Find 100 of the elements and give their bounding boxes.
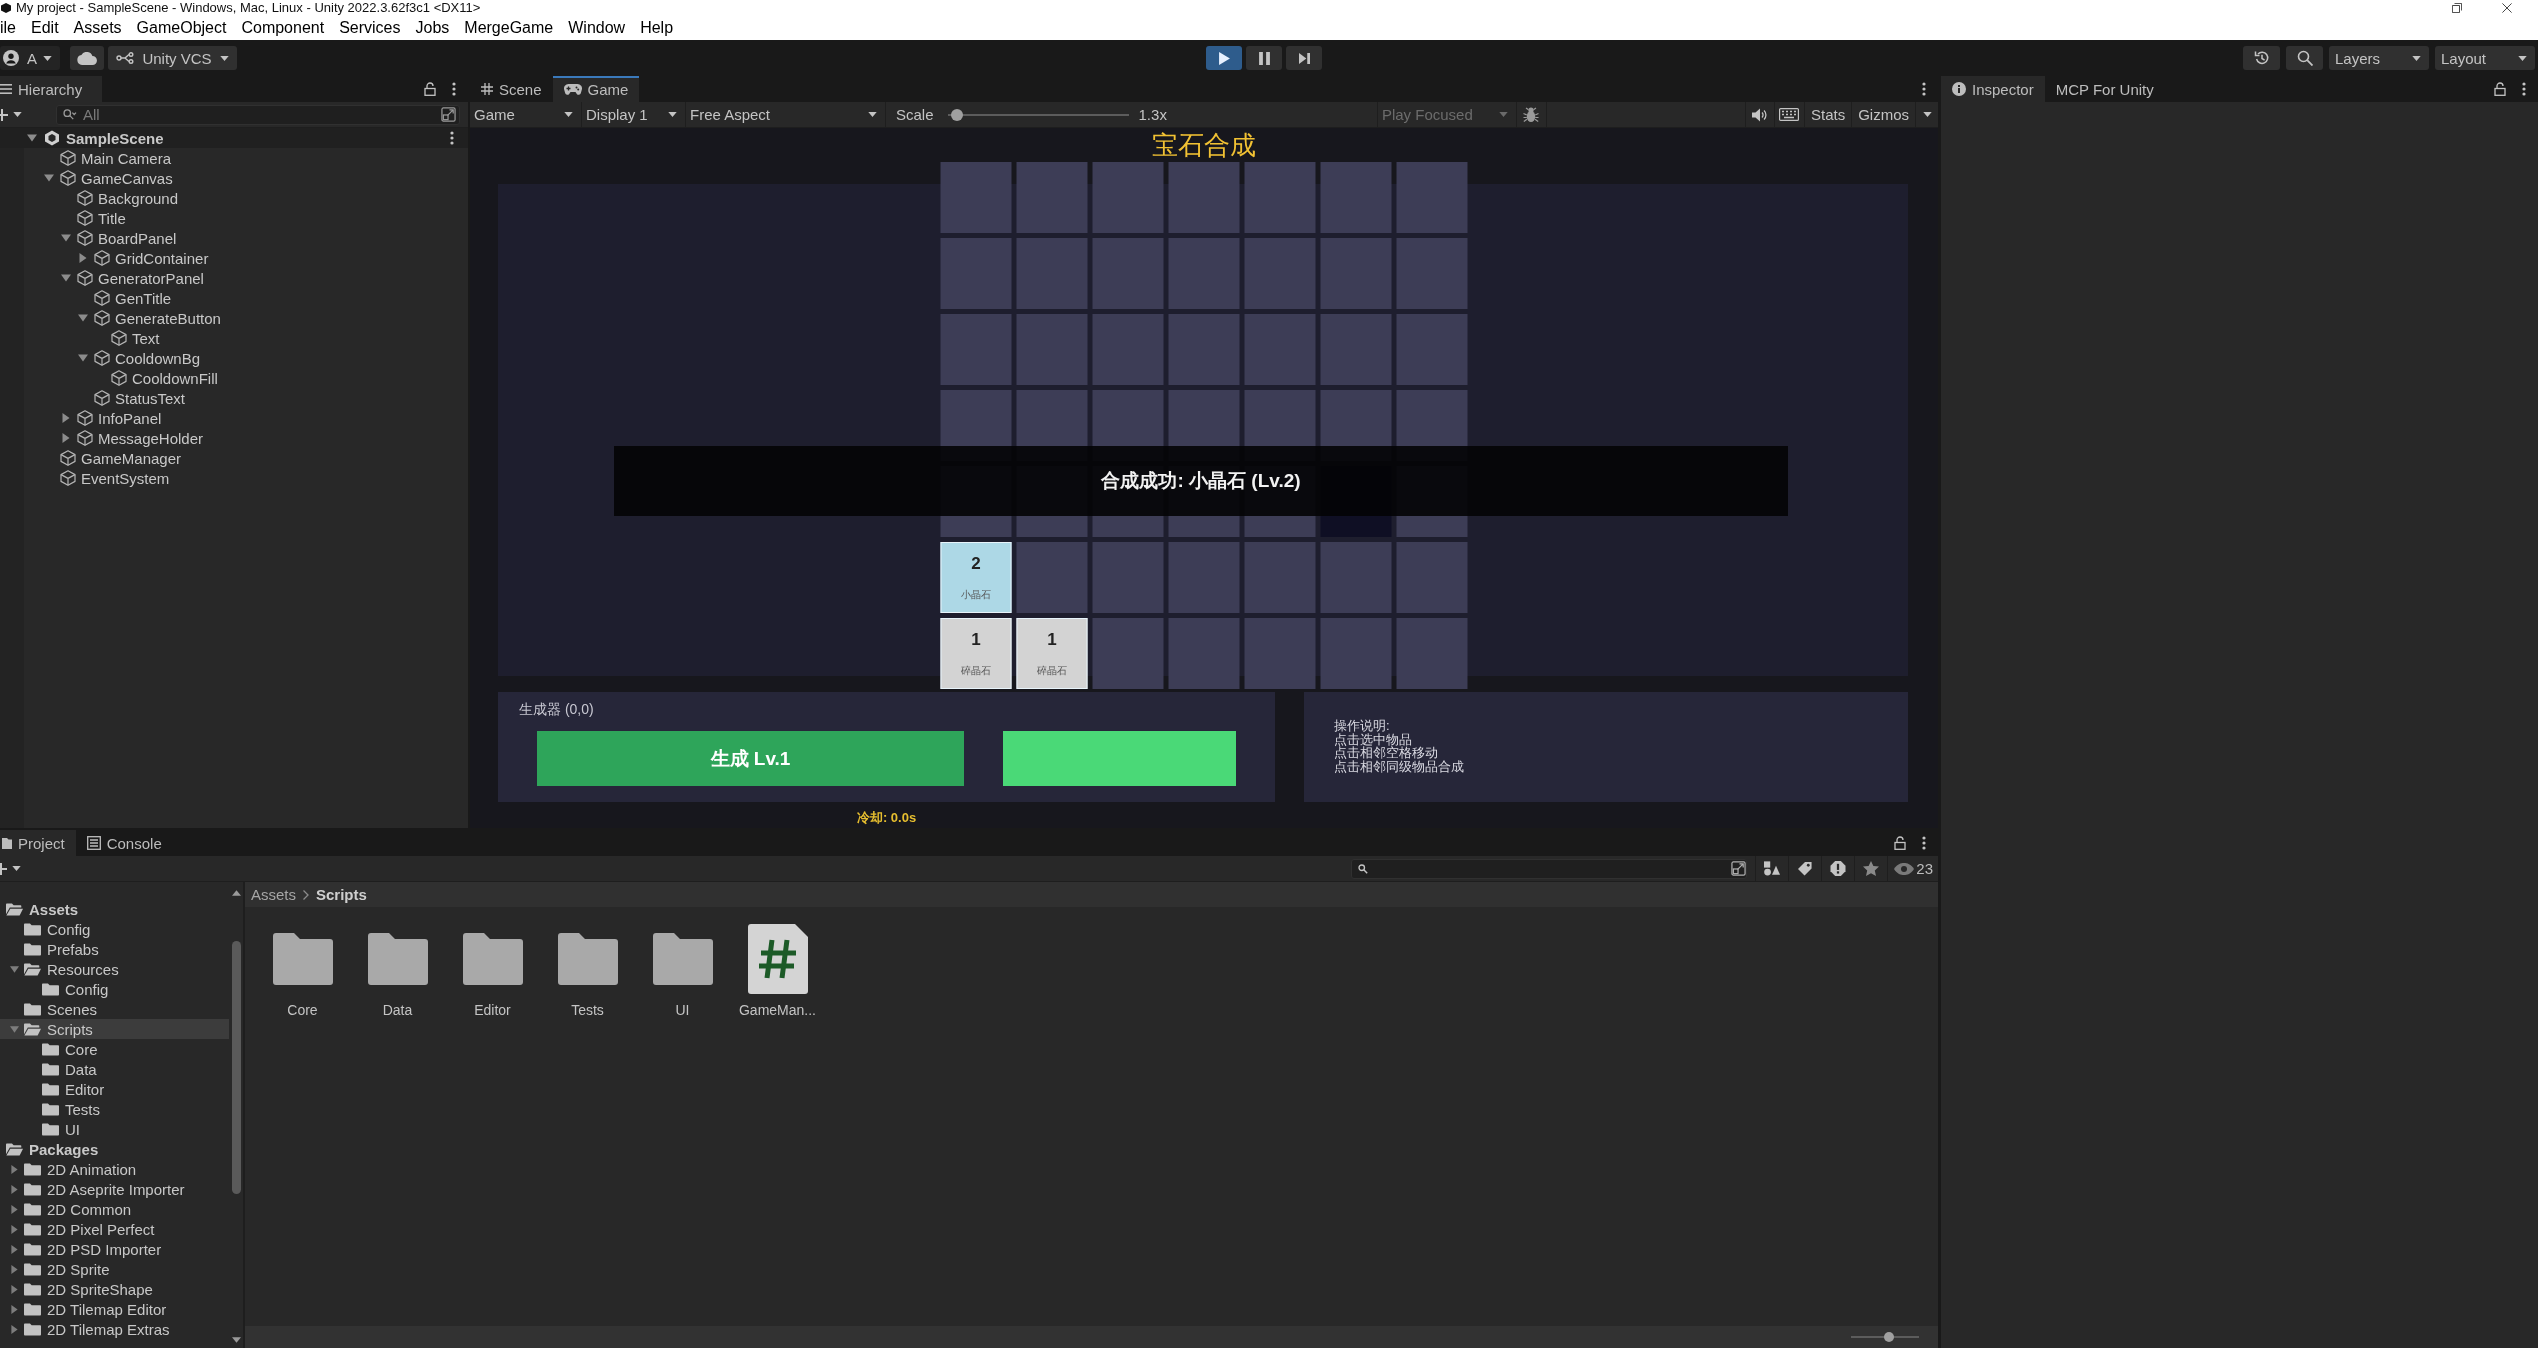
caret-icon[interactable]	[61, 233, 71, 243]
caret-icon[interactable]	[10, 1324, 19, 1334]
folder-tree-item[interactable]: 2D Pixel Perfect	[0, 1219, 229, 1239]
scroll-down-icon[interactable]	[231, 1337, 241, 1343]
caret-icon[interactable]	[10, 1264, 19, 1274]
caret-icon[interactable]	[78, 253, 88, 263]
more-icon[interactable]	[1922, 836, 1926, 850]
slider-thumb[interactable]	[1884, 1332, 1895, 1342]
menu-item[interactable]: Jobs	[408, 18, 457, 38]
mute-audio-button[interactable]	[1744, 102, 1775, 127]
asset-item[interactable]: Tests	[540, 924, 635, 1018]
slider-thumb[interactable]	[950, 108, 963, 121]
grid-cell[interactable]	[940, 238, 1012, 309]
hierarchy-item[interactable]: BoardPanel	[61, 228, 177, 248]
caret-icon[interactable]	[10, 1224, 19, 1234]
caret-icon[interactable]	[10, 1284, 19, 1294]
grid-cell[interactable]	[1244, 542, 1316, 613]
popout-icon[interactable]	[441, 107, 456, 122]
grid-cell[interactable]	[1244, 314, 1316, 385]
step-button[interactable]	[1286, 46, 1322, 70]
grid-cell[interactable]	[1092, 542, 1164, 613]
lock-icon[interactable]	[1894, 836, 1906, 850]
breadcrumb-link[interactable]: Assets	[251, 886, 296, 903]
grid-cell[interactable]	[1016, 238, 1088, 309]
grid-cell[interactable]	[1168, 542, 1240, 613]
grid-cell[interactable]	[1396, 162, 1468, 233]
folder-tree-item[interactable]: Config	[0, 919, 229, 939]
folder-tree-item[interactable]: 2D Tilemap Extras	[0, 1319, 229, 1339]
caret-icon[interactable]	[27, 133, 37, 143]
hierarchy-item[interactable]: GameManager	[60, 448, 182, 468]
grid-cell[interactable]	[1396, 618, 1468, 689]
search-field[interactable]: All	[56, 104, 460, 125]
grid-cell[interactable]	[1320, 238, 1392, 309]
scene-item[interactable]: SampleScene	[27, 128, 164, 148]
grid-cell[interactable]	[1396, 238, 1468, 309]
hierarchy-item[interactable]: StatusText	[94, 388, 186, 408]
caret-icon[interactable]	[10, 1304, 19, 1314]
dropdown[interactable]: Layers	[2329, 46, 2429, 70]
tab[interactable]: Console	[75, 830, 173, 856]
menu-item[interactable]: Edit	[23, 18, 67, 38]
caret-icon[interactable]	[44, 173, 54, 183]
lock-icon[interactable]	[2494, 82, 2506, 96]
folder-tree-item[interactable]: UI	[0, 1119, 229, 1139]
hierarchy-item[interactable]: Main Camera	[60, 148, 172, 168]
dropdown[interactable]: Game	[470, 102, 582, 127]
item-tile[interactable]: 2 小晶石	[940, 542, 1012, 613]
hierarchy-item[interactable]: CooldownBg	[78, 348, 201, 368]
cloud-button[interactable]	[70, 46, 104, 70]
folder-tree-item[interactable]: Prefabs	[0, 939, 229, 959]
grid-cell[interactable]	[1016, 542, 1088, 613]
folder-tree-item[interactable]: 2D Animation	[0, 1159, 229, 1179]
hierarchy-item[interactable]: InfoPanel	[61, 408, 162, 428]
asset-item[interactable]: Data	[350, 924, 445, 1018]
caret-icon[interactable]	[10, 1024, 19, 1034]
folder-tree-item[interactable]: Core	[0, 1039, 229, 1059]
menu-item[interactable]: Services	[331, 18, 408, 38]
hierarchy-item[interactable]: Text	[111, 328, 160, 348]
grid-cell[interactable]	[1396, 542, 1468, 613]
grid-cell[interactable]	[1244, 162, 1316, 233]
more-icon[interactable]	[1922, 82, 1926, 96]
caret-icon[interactable]	[10, 964, 19, 974]
more-icon[interactable]	[452, 82, 456, 96]
caret-icon[interactable]	[10, 1164, 19, 1174]
hierarchy-item[interactable]: EventSystem	[60, 468, 170, 488]
grid-cell[interactable]	[1016, 314, 1088, 385]
caret-icon[interactable]	[10, 1184, 19, 1194]
grid-cell[interactable]	[1168, 618, 1240, 689]
hierarchy-item[interactable]: Background	[77, 188, 179, 208]
search-button[interactable]	[2286, 46, 2323, 70]
asset-item[interactable]: GameMan...	[730, 924, 825, 1018]
folder-tree-item[interactable]: 2D SpriteShape	[0, 1279, 229, 1299]
hierarchy-item[interactable]: GameCanvas	[44, 168, 173, 188]
tab[interactable]: Scene	[470, 76, 553, 102]
close-icon[interactable]	[2502, 3, 2512, 13]
account-dropdown[interactable]: A	[0, 46, 60, 70]
tab[interactable]: Hierarchy	[0, 76, 103, 102]
dropdown[interactable]: Display 1	[582, 102, 686, 127]
hierarchy-item[interactable]: GridContainer	[78, 248, 209, 268]
play-button[interactable]	[1206, 46, 1242, 70]
grid-cell[interactable]	[1244, 238, 1316, 309]
hierarchy-item[interactable]: MessageHolder	[61, 428, 204, 448]
folder-tree-item[interactable]: Packages	[0, 1139, 229, 1159]
caret-icon[interactable]	[10, 1204, 19, 1214]
caret-icon[interactable]	[61, 413, 71, 423]
folder-tree-item[interactable]: Editor	[0, 1079, 229, 1099]
menu-item[interactable]: GameObject	[129, 18, 234, 38]
menu-item[interactable]: Component	[233, 18, 332, 38]
caret-icon[interactable]	[61, 433, 71, 443]
lock-icon[interactable]	[424, 82, 436, 96]
search-field[interactable]	[1351, 858, 1748, 879]
folder-tree-item[interactable]: 2D Sprite	[0, 1259, 229, 1279]
folder-tree-item[interactable]: 2D Tilemap Editor	[0, 1299, 229, 1319]
dropdown[interactable]: Layout	[2435, 46, 2535, 70]
hierarchy-item[interactable]: GenerateButton	[78, 308, 221, 328]
grid-cell[interactable]	[1092, 314, 1164, 385]
grid-cell[interactable]	[1016, 162, 1088, 233]
grid-cell[interactable]	[1168, 162, 1240, 233]
hierarchy-item[interactable]: CooldownFill	[111, 368, 218, 388]
grid-cell[interactable]	[940, 162, 1012, 233]
gizmos-button[interactable]: Gizmos	[1852, 102, 1916, 127]
